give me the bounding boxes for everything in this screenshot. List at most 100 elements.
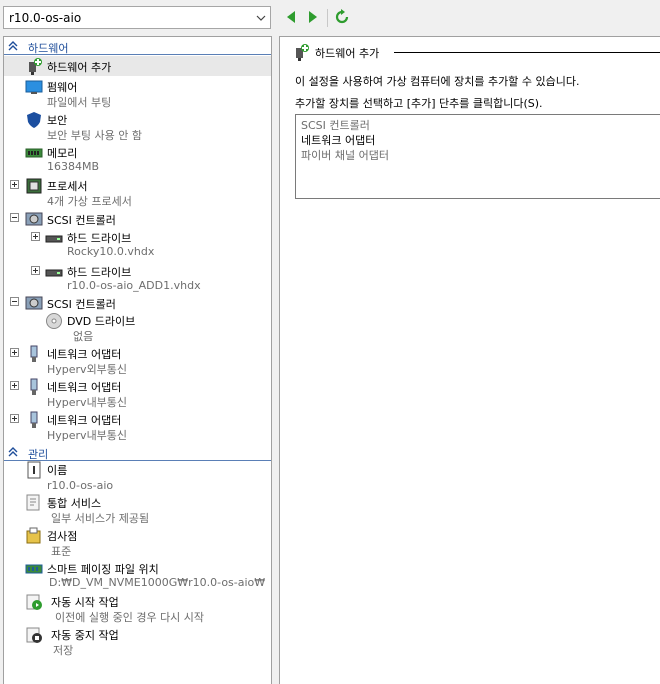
tree-item-value: Hyperv외부통신 — [47, 363, 128, 376]
expand-toggle[interactable] — [10, 180, 19, 189]
tree-item-label: 이름 — [47, 464, 68, 477]
tree-item-add-hardware[interactable]: 하드웨어 추가 — [25, 57, 265, 75]
tree-item-value: 파일에서 부팅 — [47, 96, 112, 109]
forward-arrow-icon[interactable] — [306, 9, 320, 25]
integration-services-icon — [26, 494, 40, 511]
details-panel: 하드웨어 추가 이 설정을 사용하여 가상 컴퓨터에 장치를 추가할 수 있습니… — [279, 36, 660, 684]
tree-item-label: 메모리 — [47, 147, 78, 160]
panel-title: 하드웨어 추가 — [315, 47, 380, 60]
tree-item-value: r10.0-os-aio — [47, 479, 114, 492]
tree-item-label: SCSI 컨트롤러 — [47, 214, 116, 227]
hard-drive-icon — [45, 269, 63, 277]
dvd-drive-icon — [46, 313, 62, 329]
tree-item-scsi-controller[interactable]: SCSI 컨트롤러 — [25, 294, 265, 312]
tree-item-value: 일부 서비스가 제공됨 — [51, 512, 150, 525]
tree-item-hard-drive[interactable]: 하드 드라이브 r10.0-os-aio_ADD1.vhdx — [45, 263, 267, 295]
vm-selector-dropdown[interactable]: r10.0-os-aio — [3, 6, 271, 29]
tree-item-scsi-controller[interactable]: SCSI 컨트롤러 — [25, 210, 265, 228]
title-divider — [394, 52, 660, 53]
management-section-header[interactable]: 관리 — [4, 443, 271, 461]
tree-item-value: 16384MB — [47, 160, 100, 173]
tree-item-network-adapter[interactable]: 네트워크 어댑터 Hyperv외부통신 — [25, 345, 265, 377]
tree-item-value: 표준 — [51, 545, 72, 558]
tree-item-auto-start[interactable]: 자동 시작 작업 이전에 실행 중인 경우 다시 시작 — [25, 593, 265, 625]
tree-item-label: 프로세서 — [47, 180, 88, 193]
memory-icon — [25, 148, 43, 158]
hardware-section-label: 하드웨어 — [28, 42, 69, 55]
tree-item-value: 없음 — [73, 330, 94, 343]
device-type-list[interactable]: SCSI 컨트롤러 네트워크 어댑터 파이버 채널 어댑터 — [295, 114, 660, 199]
collapse-chevron-icon[interactable] — [8, 41, 18, 51]
tree-item-label: 보안 — [47, 114, 68, 127]
network-adapter-icon — [30, 378, 38, 395]
hard-drive-icon — [45, 235, 63, 243]
expand-toggle[interactable] — [31, 266, 40, 275]
tree-item-memory[interactable]: 메모리 16384MB — [25, 144, 265, 176]
toolbar-separator — [327, 9, 328, 27]
collapse-toggle[interactable] — [10, 297, 19, 306]
vm-name-value: r10.0-os-aio — [9, 11, 82, 25]
list-item[interactable]: 파이버 채널 어댑터 — [301, 147, 389, 163]
toolbar: r10.0-os-aio — [0, 0, 660, 36]
tree-item-label: 하드웨어 추가 — [47, 61, 112, 74]
tree-item-label: 검사점 — [47, 530, 78, 543]
auto-start-icon — [26, 594, 42, 610]
tree-item-value: r10.0-os-aio_ADD1.vhdx — [67, 279, 201, 292]
tree-item-label: 네트워크 어댑터 — [47, 414, 122, 427]
panel-description: 이 설정을 사용하여 가상 컴퓨터에 장치를 추가할 수 있습니다. — [295, 75, 580, 88]
tree-item-network-adapter[interactable]: 네트워크 어댑터 Hyperv내부통신 — [25, 378, 265, 410]
checkpoint-icon — [26, 527, 41, 544]
tree-item-value: D:₩D_VM_NVME1000G₩r10.0-os-aio₩ — [49, 576, 266, 589]
chevron-down-icon — [256, 15, 266, 21]
network-adapter-icon — [30, 345, 38, 362]
tree-item-value: 보안 부팅 사용 안 함 — [47, 129, 142, 142]
list-item[interactable]: 네트워크 어댑터 — [301, 132, 375, 148]
tree-item-value: Hyperv내부통신 — [47, 429, 128, 442]
tree-item-network-adapter[interactable]: 네트워크 어댑터 Hyperv내부통신 — [25, 411, 265, 443]
tree-item-auto-stop[interactable]: 자동 중지 작업 저장 — [25, 626, 265, 658]
smart-paging-icon — [25, 564, 43, 574]
processor-icon — [26, 178, 42, 194]
shield-icon — [27, 112, 41, 128]
list-item[interactable]: SCSI 컨트롤러 — [301, 117, 370, 133]
tree-item-value: Rocky10.0.vhdx — [67, 245, 155, 258]
tree-item-processor[interactable]: 프로세서 4개 가상 프로세서 — [25, 177, 265, 209]
tree-item-dvd-drive[interactable]: DVD 드라이브 없음 — [45, 312, 267, 344]
tree-item-label: 자동 시작 작업 — [51, 596, 119, 609]
scsi-controller-icon — [25, 212, 43, 226]
panel-instruction: 추가할 장치를 선택하고 [추가] 단추를 클릭합니다(S). — [295, 97, 543, 110]
back-arrow-icon[interactable] — [284, 9, 298, 25]
collapse-toggle[interactable] — [10, 213, 19, 222]
tree-item-label: SCSI 컨트롤러 — [47, 298, 116, 311]
scsi-controller-icon — [25, 296, 43, 310]
refresh-icon[interactable] — [334, 9, 350, 25]
settings-tree: 하드웨어 하드웨어 추가 펌웨어 파일에서 부팅 보안 보안 부팅 사용 안 함… — [3, 36, 272, 684]
add-hardware-icon — [29, 58, 42, 75]
tree-item-integration-services[interactable]: 통합 서비스 일부 서비스가 제공됨 — [25, 494, 265, 526]
tree-item-label: 자동 중지 작업 — [51, 629, 119, 642]
tree-item-label: 하드 드라이브 — [67, 266, 132, 279]
network-adapter-icon — [30, 411, 38, 428]
tree-item-firmware[interactable]: 펌웨어 파일에서 부팅 — [25, 78, 265, 110]
tree-item-value: 4개 가상 프로세서 — [47, 195, 132, 208]
firmware-icon — [25, 80, 43, 94]
collapse-chevron-icon[interactable] — [8, 447, 18, 457]
expand-toggle[interactable] — [31, 232, 40, 241]
expand-toggle[interactable] — [10, 381, 19, 390]
expand-toggle[interactable] — [10, 348, 19, 357]
auto-stop-icon — [26, 627, 42, 643]
tree-item-checkpoint[interactable]: 검사점 표준 — [25, 527, 265, 559]
tree-item-smart-paging[interactable]: 스마트 페이징 파일 위치 D:₩D_VM_NVME1000G₩r10.0-os… — [25, 560, 265, 592]
tree-item-label: 네트워크 어댑터 — [47, 348, 122, 361]
hardware-section-header[interactable]: 하드웨어 — [4, 37, 271, 55]
expand-toggle[interactable] — [10, 414, 19, 423]
tree-item-security[interactable]: 보안 보안 부팅 사용 안 함 — [25, 111, 265, 143]
tree-item-label: 스마트 페이징 파일 위치 — [47, 563, 159, 576]
tree-item-value: Hyperv내부통신 — [47, 396, 128, 409]
name-icon — [27, 461, 41, 479]
tree-item-value: 저장 — [53, 644, 74, 657]
tree-item-name[interactable]: 이름 r10.0-os-aio — [25, 461, 265, 493]
tree-item-label: 하드 드라이브 — [67, 232, 132, 245]
tree-item-hard-drive[interactable]: 하드 드라이브 Rocky10.0.vhdx — [45, 229, 267, 261]
tree-item-label: 통합 서비스 — [47, 497, 102, 510]
